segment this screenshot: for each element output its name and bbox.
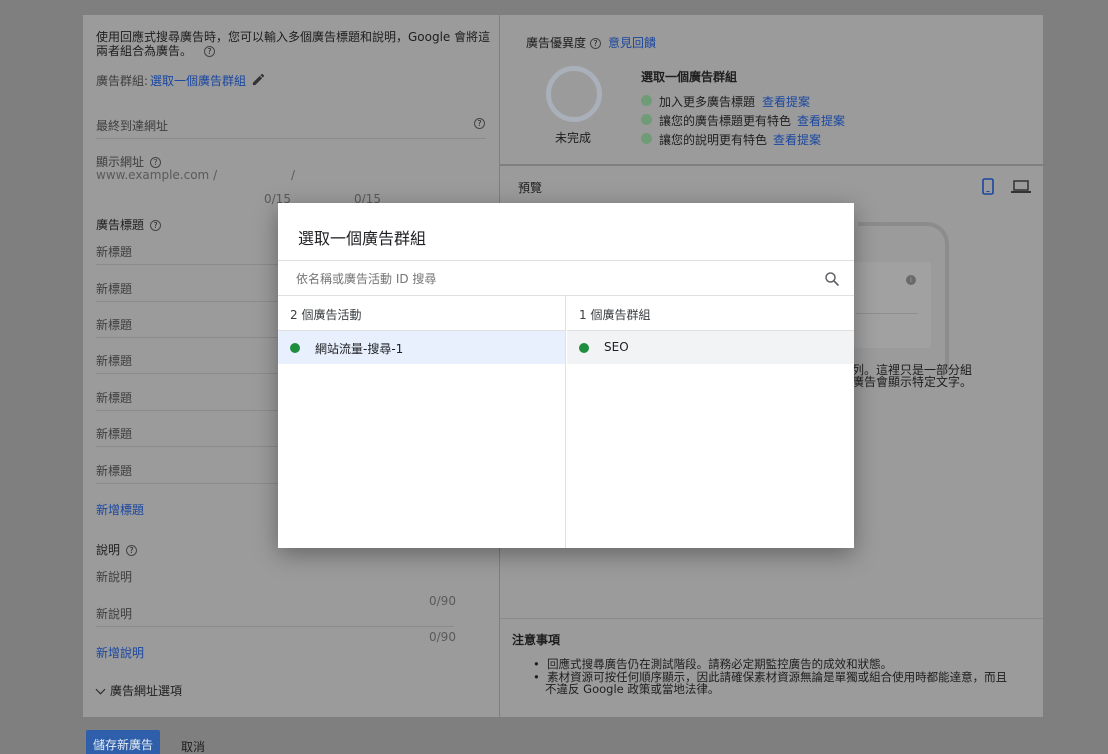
feedback-link[interactable]: 意見回饋	[608, 34, 656, 51]
headlines-help-icon[interactable]: ?	[150, 220, 162, 231]
description-underline	[96, 626, 454, 627]
dialog-title: 選取一個廣告群組	[298, 229, 427, 248]
headline-underline	[96, 410, 278, 411]
campaigns-count-header: 2 個廣告活動	[278, 296, 565, 331]
descriptions-label: 說明?	[96, 541, 138, 558]
preview-snippet-line2: 廣告會顯示特定文字。	[852, 375, 973, 389]
edit-pencil-icon[interactable]	[251, 72, 266, 87]
ad-group-label: 廣告群組:	[96, 74, 149, 88]
final-url-underline	[96, 138, 486, 139]
headline-field[interactable]: 新標題	[96, 425, 132, 442]
ad-strength-help-icon[interactable]: ?	[590, 38, 602, 49]
headline-field[interactable]: 新標題	[96, 389, 132, 406]
desktop-device-icon[interactable]	[1011, 180, 1031, 194]
display-url-domain: www.example.com /	[96, 168, 218, 182]
ad-group-row[interactable]: SEO	[567, 331, 854, 364]
ad-strength-heading: 選取一個廣告群組	[641, 70, 738, 84]
suggestion-link[interactable]: 查看提案	[773, 131, 821, 148]
suggestion-text: 讓您的說明更有特色	[659, 133, 768, 147]
info-icon[interactable]: i	[906, 275, 916, 285]
display-url-separator: /	[291, 168, 296, 182]
preview-title: 預覽	[518, 181, 543, 195]
dialog-search-bar	[278, 260, 854, 296]
enabled-status-icon	[579, 343, 589, 353]
url-options-toggle[interactable]: 廣告網址選項	[95, 682, 182, 699]
ad-group-link[interactable]: 選取一個廣告群組	[150, 72, 246, 89]
preview-card-divider	[856, 313, 918, 314]
ad-groups-count-header: 1 個廣告群組	[567, 296, 854, 331]
ad-strength-title: 廣告優異度?	[526, 34, 602, 51]
headline-underline	[96, 301, 278, 302]
status-dot-icon	[641, 114, 652, 125]
final-url-help-icon[interactable]: ?	[474, 118, 485, 129]
description-field[interactable]: 新說明	[96, 568, 132, 585]
headline-field[interactable]: 新標題	[96, 352, 132, 369]
help-icon[interactable]: ?	[204, 46, 216, 57]
campaign-name: 網站流量-搜尋-1	[315, 342, 404, 356]
status-dot-icon	[641, 133, 652, 144]
descriptions-help-icon[interactable]: ?	[126, 545, 138, 556]
description-counter: 0/90	[429, 594, 456, 608]
campaign-search-input[interactable]	[296, 269, 796, 289]
add-description-link[interactable]: 新增說明	[96, 644, 144, 661]
headline-underline	[96, 373, 278, 374]
headlines-label: 廣告標題?	[96, 216, 162, 233]
suggestion-link[interactable]: 查看提案	[797, 112, 845, 129]
phone-preview-card	[853, 262, 931, 348]
notes-divider	[500, 618, 1043, 619]
headline-underline	[96, 337, 278, 338]
description-field[interactable]: 新說明	[96, 605, 132, 622]
chevron-down-icon	[95, 684, 106, 695]
display-url-help-icon[interactable]: ?	[150, 157, 162, 168]
enabled-status-icon	[290, 343, 300, 353]
headline-field[interactable]: 新標題	[96, 462, 132, 479]
ad-groups-column: 1 個廣告群組 SEO	[567, 296, 854, 548]
headline-field[interactable]: 新標題	[96, 280, 132, 297]
save-new-ad-button[interactable]: 儲存新廣告	[86, 730, 160, 754]
headline-underline	[96, 264, 278, 265]
ad-strength-ring	[546, 66, 602, 122]
suggestion-link[interactable]: 查看提案	[762, 93, 810, 110]
notes-bullet-cont: 不違反 Google 政策或當地法律。	[545, 682, 720, 696]
suggestion-text: 讓您的廣告標題更有特色	[659, 114, 792, 128]
status-dot-icon	[641, 95, 652, 106]
campaigns-column: 2 個廣告活動 網站流量-搜尋-1	[278, 296, 566, 548]
suggestion-text: 加入更多廣告標題	[659, 95, 756, 109]
add-headline-link[interactable]: 新增標題	[96, 501, 144, 518]
notes-title: 注意事項	[512, 633, 561, 647]
mobile-device-icon[interactable]	[982, 178, 994, 195]
final-url-field[interactable]: 最終到達網址	[96, 117, 168, 134]
headline-underline	[96, 446, 278, 447]
campaign-row[interactable]: 網站流量-搜尋-1	[278, 331, 565, 364]
ad-group-name: SEO	[604, 340, 629, 354]
ad-strength-status: 未完成	[555, 131, 592, 145]
headline-field[interactable]: 新標題	[96, 316, 132, 333]
headline-field[interactable]: 新標題	[96, 243, 132, 260]
headline-underline	[96, 483, 278, 484]
select-ad-group-dialog: 選取一個廣告群組 2 個廣告活動 網站流量-搜尋-1 1 個廣告群組 SEO	[278, 203, 854, 548]
search-icon[interactable]	[823, 270, 841, 288]
cancel-button[interactable]: 取消	[181, 738, 205, 754]
description-counter: 0/90	[429, 630, 456, 644]
intro-text-line2: 兩者組合為廣告。?	[96, 42, 216, 59]
